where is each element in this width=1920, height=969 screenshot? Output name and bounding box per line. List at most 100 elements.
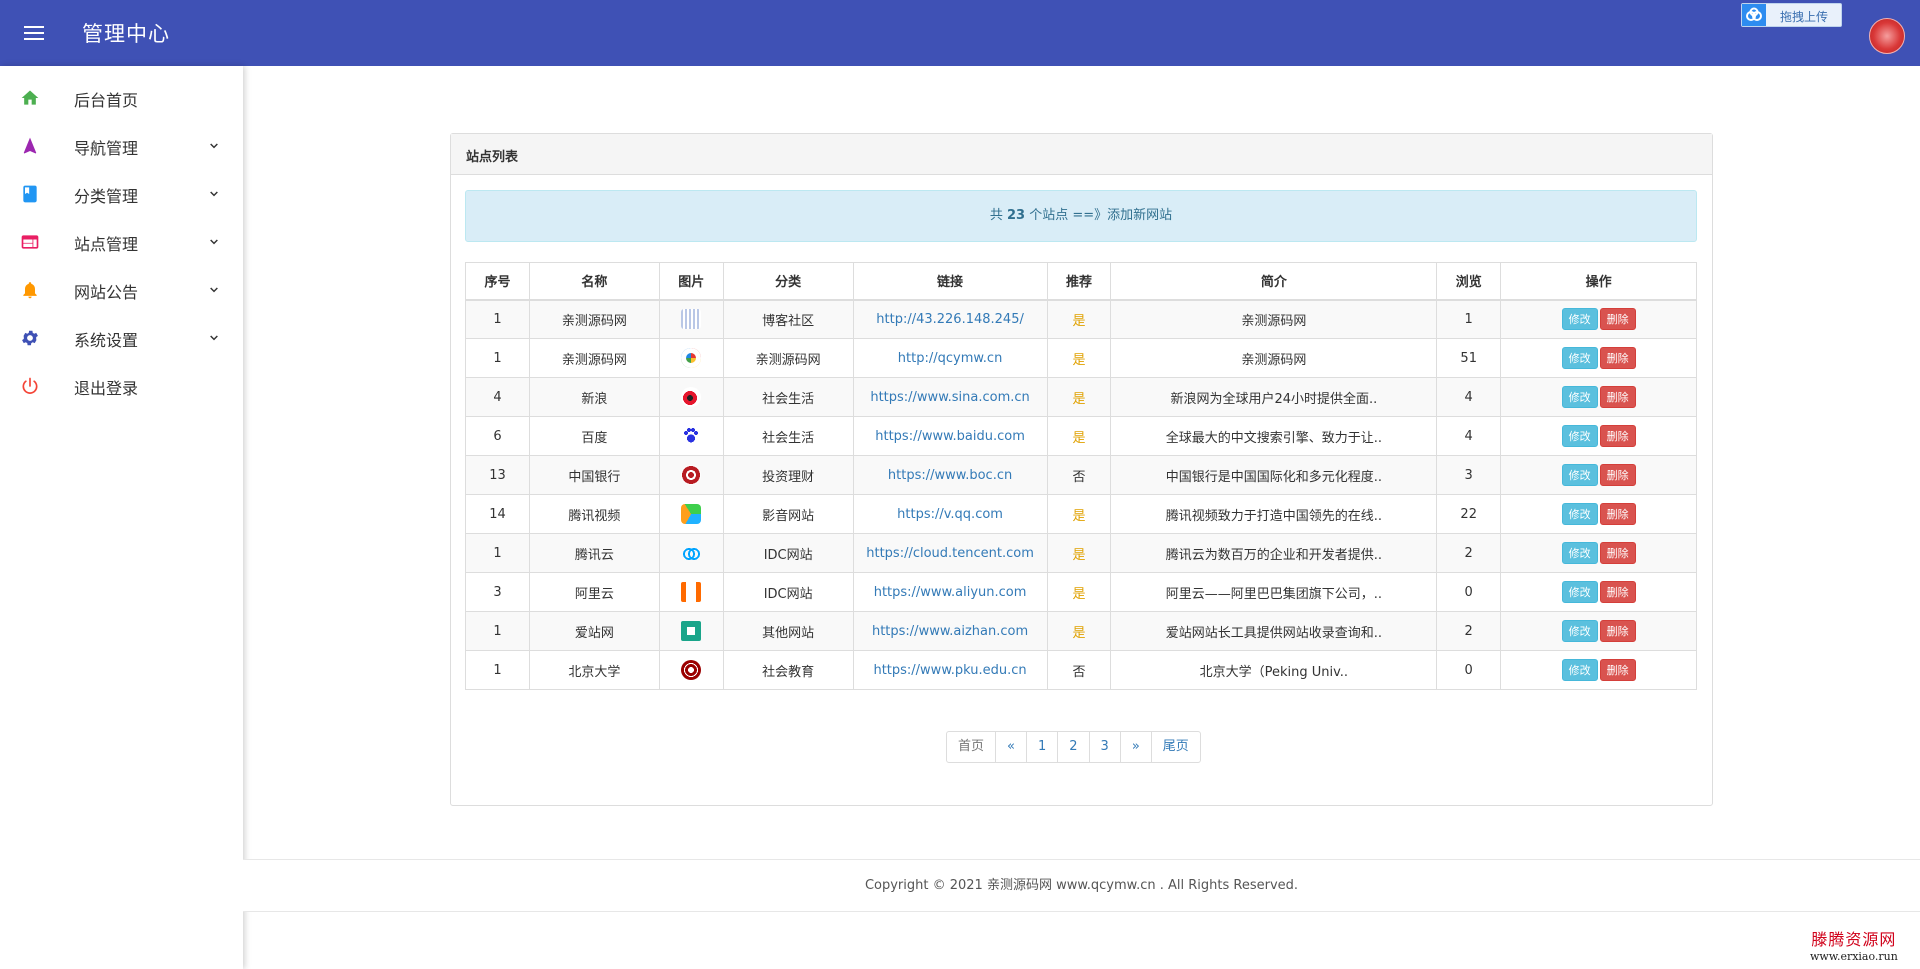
- hamburger-menu-icon[interactable]: [22, 22, 46, 46]
- cell-actions: 修改 删除: [1500, 494, 1697, 534]
- user-avatar[interactable]: [1869, 18, 1905, 54]
- cell-recommend: 是: [1046, 299, 1112, 339]
- sidebar-item-label: 退出登录: [74, 379, 139, 398]
- edit-button[interactable]: 修改: [1561, 464, 1598, 486]
- delete-button[interactable]: 删除: [1599, 425, 1636, 447]
- web-icon: [21, 235, 39, 249]
- page-2[interactable]: 2: [1057, 731, 1090, 763]
- sidebar-item-announcements[interactable]: 网站公告: [0, 266, 243, 314]
- cell-intro: 亲测源码网: [1110, 338, 1438, 378]
- cell-category: 社会生活: [722, 377, 854, 417]
- sidebar-item-settings[interactable]: 系统设置: [0, 314, 243, 362]
- cell-image: [658, 299, 724, 339]
- sidebar-item-label: 网站公告: [74, 283, 139, 302]
- column-header-link: 链接: [852, 262, 1048, 301]
- cell-intro: 中国银行是中国国际化和多元化程度..: [1110, 455, 1438, 495]
- sidebar-item-navigation[interactable]: 导航管理: [0, 122, 243, 170]
- cell-intro: 腾讯云为数百万的企业和开发者提供..: [1110, 533, 1438, 573]
- delete-button[interactable]: 删除: [1599, 542, 1636, 564]
- page-next[interactable]: »: [1119, 731, 1152, 763]
- delete-button[interactable]: 删除: [1599, 503, 1636, 525]
- sidebar-item-dashboard[interactable]: 后台首页: [0, 74, 243, 122]
- drag-upload-button[interactable]: 拖拽上传: [1741, 3, 1842, 27]
- table-row: 1 爱站网 其他网站 https://www.aizhan.com 是爱站网站长工具提供…: [465, 611, 1697, 651]
- watermark-url: www.erxiao.run: [1810, 950, 1898, 963]
- delete-button[interactable]: 删除: [1599, 659, 1636, 681]
- delete-button[interactable]: 删除: [1599, 581, 1636, 603]
- aliyun-logo-icon: [681, 582, 702, 602]
- sidebar-item-logout[interactable]: 退出登录: [0, 362, 243, 410]
- cell-url[interactable]: https://www.pku.edu.cn: [852, 650, 1048, 690]
- delete-button[interactable]: 删除: [1599, 308, 1636, 331]
- cell-url[interactable]: https://www.sina.com.cn: [852, 377, 1048, 417]
- cell-url[interactable]: https://www.aliyun.com: [852, 572, 1048, 612]
- cell-image: [658, 572, 724, 612]
- cell-url[interactable]: https://cloud.tencent.com: [852, 533, 1048, 573]
- edit-button[interactable]: 修改: [1561, 620, 1598, 642]
- sidebar-item-label: 导航管理: [74, 139, 139, 158]
- table-row: 1 亲测源码网 亲测源码网 http://qcymw.cn 是亲测源码网 51 修改 删除: [465, 338, 1697, 378]
- cell-url[interactable]: https://www.baidu.com: [852, 416, 1048, 456]
- sidebar-item-label: 分类管理: [74, 187, 139, 206]
- delete-button[interactable]: 删除: [1599, 620, 1636, 642]
- cell-recommend: 是: [1046, 494, 1112, 534]
- cell-intro: 腾讯视频致力于打造中国领先的在线..: [1110, 494, 1438, 534]
- sidebar-item-categories[interactable]: 分类管理: [0, 170, 243, 218]
- cell-url[interactable]: http://qcymw.cn: [852, 338, 1048, 378]
- cell-image: [658, 611, 724, 651]
- cell-actions: 修改 删除: [1500, 611, 1697, 651]
- cell-id: 3: [465, 572, 530, 612]
- delete-button[interactable]: 删除: [1599, 386, 1636, 408]
- panel-header: 站点列表: [451, 134, 1712, 175]
- cell-actions: 修改 删除: [1500, 377, 1697, 417]
- cell-id: 6: [465, 416, 530, 456]
- page-first[interactable]: 首页: [946, 731, 997, 763]
- info-prefix: 共: [989, 208, 1003, 223]
- column-header-intro: 简介: [1110, 262, 1438, 301]
- edit-button[interactable]: 修改: [1561, 425, 1598, 447]
- watermark-logo: 滕腾资源网 www.erxiao.run: [1810, 926, 1898, 963]
- cell-views: 0: [1436, 650, 1502, 690]
- cell-url[interactable]: https://www.aizhan.com: [852, 611, 1048, 651]
- edit-button[interactable]: 修改: [1561, 347, 1598, 369]
- cell-name: 腾讯视频: [528, 494, 660, 534]
- edit-button[interactable]: 修改: [1561, 503, 1598, 525]
- site-count-alert: 共 23 个站点 ==》添加新网站: [465, 190, 1697, 242]
- page-last[interactable]: 尾页: [1150, 731, 1201, 763]
- cell-url[interactable]: https://v.qq.com: [852, 494, 1048, 534]
- delete-button[interactable]: 删除: [1599, 464, 1636, 486]
- page-1[interactable]: 1: [1025, 731, 1059, 763]
- page-3[interactable]: 3: [1088, 731, 1121, 763]
- app-title: 管理中心: [82, 22, 170, 46]
- power-icon: [22, 377, 38, 394]
- cell-id: 1: [465, 533, 530, 573]
- sidebar-item-sites[interactable]: 站点管理: [0, 218, 243, 266]
- cell-views: 1: [1436, 299, 1502, 339]
- book-icon: [23, 185, 37, 203]
- cell-views: 3: [1436, 455, 1502, 495]
- edit-button[interactable]: 修改: [1561, 386, 1598, 408]
- play-logo-icon: [681, 504, 702, 524]
- table-row: 1 北京大学 社会教育 https://www.pku.edu.cn 否北京大学（Pek…: [465, 650, 1697, 690]
- cell-url[interactable]: http://43.226.148.245/: [852, 299, 1048, 339]
- cell-image: [658, 533, 724, 573]
- cloud-upload-icon: [1742, 4, 1766, 26]
- info-suffix: 个站点 ==》: [1029, 208, 1108, 223]
- cell-recommend: 是: [1046, 416, 1112, 456]
- edit-button[interactable]: 修改: [1561, 581, 1598, 603]
- edit-button[interactable]: 修改: [1561, 542, 1598, 564]
- cell-name: 中国银行: [528, 455, 660, 495]
- cell-name: 北京大学: [528, 650, 660, 690]
- home-icon: [21, 90, 39, 105]
- cell-url[interactable]: https://www.boc.cn: [852, 455, 1048, 495]
- edit-button[interactable]: 修改: [1561, 659, 1598, 681]
- add-site-link[interactable]: 添加新网站: [1107, 208, 1172, 223]
- delete-button[interactable]: 删除: [1599, 347, 1636, 369]
- cell-name: 阿里云: [528, 572, 660, 612]
- edit-button[interactable]: 修改: [1561, 308, 1598, 331]
- weibo-logo-icon: [681, 387, 702, 407]
- table-row: 4 新浪 社会生活 https://www.sina.com.cn 是新浪网为全球用户2…: [465, 377, 1697, 417]
- page-prev[interactable]: «: [995, 731, 1027, 763]
- cell-views: 2: [1436, 533, 1502, 573]
- cell-image: [658, 650, 724, 690]
